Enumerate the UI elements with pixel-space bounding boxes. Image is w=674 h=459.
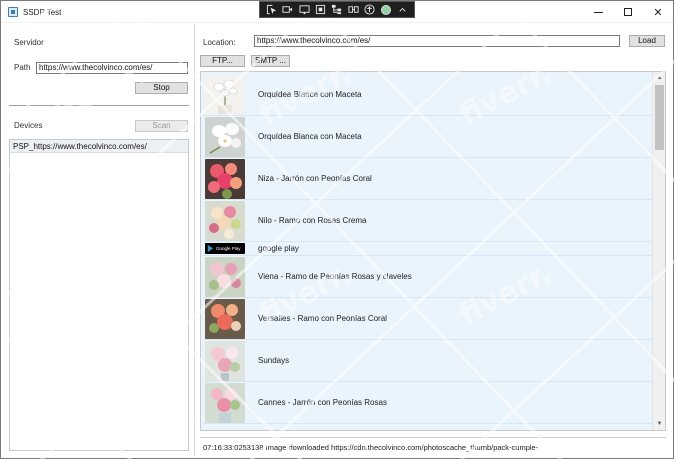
- smtp-button[interactable]: SMTP ...: [251, 55, 290, 67]
- maximize-button[interactable]: [613, 1, 643, 23]
- product-thumbnail: [205, 382, 245, 423]
- app-icon: [8, 7, 18, 17]
- google-play-badge-text: Google Play: [216, 246, 241, 251]
- collapse-icon[interactable]: [397, 4, 409, 16]
- product-thumbnail: [205, 74, 245, 115]
- status-log: 07:16:33:0253138 Image downloaded https:…: [203, 443, 539, 452]
- product-name: Sundays: [258, 356, 290, 365]
- product-name: Cannes - Jarrón con Peonías Rosas: [258, 398, 387, 407]
- path-input[interactable]: https://www.thecolvinco.com/es/: [36, 62, 188, 74]
- list-item[interactable]: Versalles - Ramo con Peonías Coral: [203, 298, 652, 340]
- product-thumbnail: [205, 298, 245, 339]
- ftp-button[interactable]: FTP...: [200, 55, 245, 67]
- product-name: Orquídea Blanca con Maceta: [258, 132, 362, 141]
- accessibility-icon[interactable]: [364, 4, 376, 16]
- scroll-down-icon[interactable]: ▼: [653, 418, 666, 430]
- product-list[interactable]: Orquídea Blanca con Maceta Orquídea Blan…: [200, 71, 666, 431]
- window-title: SSDP Test: [23, 8, 62, 17]
- debug-toolbar: [259, 1, 415, 18]
- product-thumbnail: [205, 200, 245, 241]
- close-icon: ✕: [653, 6, 663, 19]
- maximize-icon: [624, 8, 632, 16]
- product-name: Niza - Jarrón con Peonías Coral: [258, 174, 372, 183]
- list-item[interactable]: Niza - Jarrón con Peonías Coral: [203, 158, 652, 200]
- path-label: Path: [14, 63, 31, 72]
- left-separator: [9, 105, 189, 106]
- devices-label: Devices: [14, 121, 43, 130]
- select-element-icon[interactable]: [265, 4, 277, 16]
- scroll-up-icon[interactable]: ▲: [653, 72, 666, 84]
- frame-icon[interactable]: [315, 4, 327, 16]
- minimize-button[interactable]: [583, 1, 613, 23]
- product-name: Nilo - Ramo con Rosas Crema: [258, 216, 367, 225]
- product-thumbnail: [205, 340, 245, 381]
- display-layout-icon[interactable]: [298, 4, 310, 16]
- scroll-thumb[interactable]: [655, 85, 664, 150]
- google-play-icon: [207, 245, 214, 252]
- binding-icon[interactable]: [347, 4, 359, 16]
- minimize-icon: [593, 11, 603, 13]
- location-label: Location:: [203, 38, 236, 47]
- status-ok-icon: [380, 4, 392, 16]
- video-icon[interactable]: [282, 4, 294, 16]
- product-thumbnail: [205, 158, 245, 199]
- scan-button[interactable]: Scan: [135, 120, 188, 132]
- list-item[interactable]: Orquídea Blanca con Maceta: [203, 116, 652, 158]
- panel-splitter[interactable]: [194, 24, 195, 456]
- list-item[interactable]: Google Play google play: [203, 242, 652, 256]
- product-name: Versalles - Ramo con Peonías Coral: [258, 314, 387, 323]
- stop-button[interactable]: Stop: [135, 82, 188, 94]
- load-button[interactable]: Load: [629, 35, 665, 47]
- tree-icon[interactable]: [331, 4, 343, 16]
- product-thumbnail: [205, 116, 245, 157]
- product-list-scrollbar[interactable]: ▲ ▼: [652, 72, 665, 430]
- product-name: Orquídea Blanca con Maceta: [258, 90, 362, 99]
- servidor-label: Servidor: [14, 38, 44, 47]
- product-thumbnail: [205, 256, 245, 297]
- location-input[interactable]: https://www.thecolvinco.com/es/: [254, 35, 620, 47]
- product-name: Viena - Ramo de Peonías Rosas y claveles: [258, 272, 412, 281]
- list-item[interactable]: Nilo - Ramo con Rosas Crema: [203, 200, 652, 242]
- list-item[interactable]: Orquídea Blanca con Maceta: [203, 74, 652, 116]
- device-item[interactable]: PSP_https://www.thecolvinco.com/es/: [10, 140, 188, 153]
- google-play-badge: Google Play: [205, 243, 245, 254]
- list-item[interactable]: Viena - Ramo de Peonías Rosas y claveles: [203, 256, 652, 298]
- status-separator: [200, 437, 666, 438]
- app-window: SSDP Test ✕ Servidor Path https://www.th…: [0, 0, 674, 459]
- list-item[interactable]: Sundays: [203, 340, 652, 382]
- product-name: google play: [258, 244, 299, 253]
- devices-list[interactable]: PSP_https://www.thecolvinco.com/es/: [9, 139, 189, 451]
- close-button[interactable]: ✕: [643, 1, 673, 23]
- list-item[interactable]: Cannes - Jarrón con Peonías Rosas: [203, 382, 652, 424]
